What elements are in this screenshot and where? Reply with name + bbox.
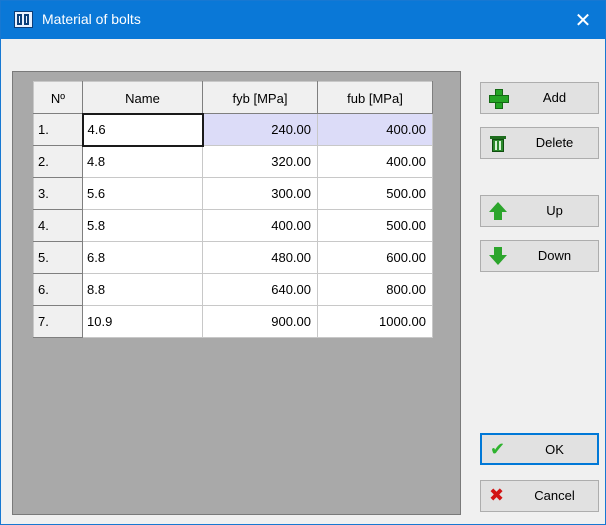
table-row[interactable]: 3. 5.6 300.00 500.00 [33,177,433,210]
close-button[interactable]: ✕ [563,1,603,39]
table-row[interactable]: 5. 6.8 480.00 600.00 [33,241,433,274]
fyb-cell[interactable]: 240.00 [202,113,318,146]
row-number[interactable]: 1. [33,113,83,146]
fub-cell[interactable]: 500.00 [317,177,433,210]
fub-cell[interactable]: 600.00 [317,241,433,274]
arrow-down-icon [489,247,507,265]
bolt-material-table: Nº Name fyb [MPa] fub [MPa] 1. 4.6 240.0… [33,81,433,338]
name-cell[interactable]: 5.8 [82,209,203,242]
table-row[interactable]: 6. 8.8 640.00 800.00 [33,273,433,306]
fyb-cell[interactable]: 400.00 [202,209,318,242]
row-number[interactable]: 4. [33,209,83,242]
table-row[interactable]: 1. 4.6 240.00 400.00 [33,112,433,147]
check-icon: ✔ [490,439,506,460]
trash-icon [489,134,507,152]
table-row[interactable]: 4. 5.8 400.00 500.00 [33,209,433,242]
ok-button-label: OK [545,442,564,457]
down-button[interactable]: Down [480,240,599,272]
title-bar[interactable]: Material of bolts ✕ [1,1,605,39]
fyb-cell[interactable]: 300.00 [202,177,318,210]
row-number[interactable]: 3. [33,177,83,210]
add-button[interactable]: Add [480,82,599,114]
fyb-cell[interactable]: 480.00 [202,241,318,274]
table-header-row: Nº Name fyb [MPa] fub [MPa] [33,81,433,114]
ok-button[interactable]: ✔ OK [480,433,599,465]
plus-icon [489,89,509,109]
fub-cell[interactable]: 400.00 [317,145,433,178]
fyb-cell[interactable]: 900.00 [202,305,318,338]
x-icon: ✖ [489,485,505,506]
up-button-label: Up [546,203,563,218]
delete-button[interactable]: Delete [480,127,599,159]
window-title: Material of bolts [42,11,141,27]
add-button-label: Add [542,90,567,105]
name-cell[interactable]: 5.6 [82,177,203,210]
fub-cell[interactable]: 500.00 [317,209,433,242]
row-number[interactable]: 2. [33,145,83,178]
fub-cell[interactable]: 800.00 [317,273,433,306]
bolt-material-icon [14,11,33,28]
down-button-label: Down [537,248,572,263]
name-cell[interactable]: 4.6 [81,112,204,147]
cancel-button[interactable]: ✖ Cancel [480,480,599,512]
name-cell[interactable]: 6.8 [82,241,203,274]
name-cell[interactable]: 4.8 [82,145,203,178]
fyb-cell[interactable]: 640.00 [202,273,318,306]
column-header-number[interactable]: Nº [33,81,83,114]
fyb-cell[interactable]: 320.00 [202,145,318,178]
fub-cell[interactable]: 400.00 [317,113,433,146]
cancel-button-label: Cancel [534,488,575,503]
fub-cell[interactable]: 1000.00 [317,305,433,338]
material-of-bolts-dialog: Material of bolts ✕ Nº Name fyb [MPa] fu… [0,0,606,525]
table-row[interactable]: 2. 4.8 320.00 400.00 [33,145,433,178]
column-header-name[interactable]: Name [82,81,203,114]
arrow-up-icon [489,202,507,220]
row-number[interactable]: 7. [33,305,83,338]
table-row[interactable]: 7. 10.9 900.00 1000.00 [33,305,433,338]
column-header-fyb[interactable]: fyb [MPa] [202,81,318,114]
name-cell[interactable]: 8.8 [82,273,203,306]
row-number[interactable]: 6. [33,273,83,306]
column-header-fub[interactable]: fub [MPa] [317,81,433,114]
name-cell[interactable]: 10.9 [82,305,203,338]
delete-button-label: Delete [535,135,574,150]
row-number[interactable]: 5. [33,241,83,274]
up-button[interactable]: Up [480,195,599,227]
